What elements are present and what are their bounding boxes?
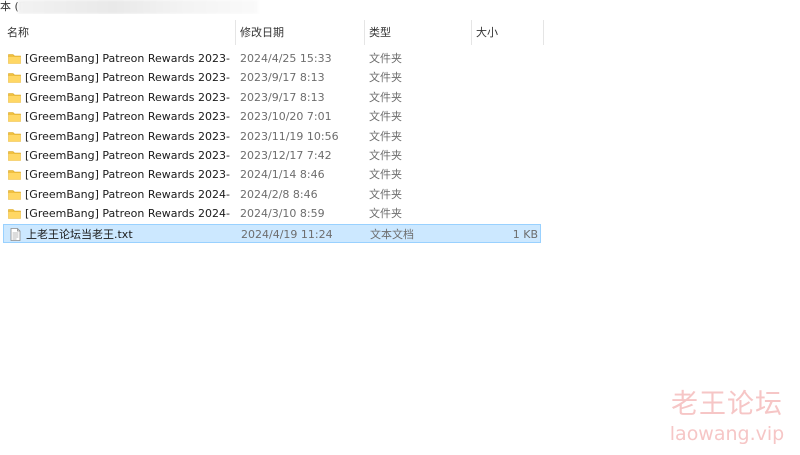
column-header-type[interactable]: 类型	[364, 20, 471, 45]
file-explorer-window: 本 (F: 名称 修改日期 类型 大小 [GreemBang] Patreon …	[0, 0, 800, 455]
address-blur	[18, 0, 258, 14]
file-name: [GreemBang] Patreon Rewards 2023-...	[25, 90, 231, 104]
folder-icon	[8, 209, 21, 219]
folder-icon	[8, 92, 21, 103]
folder-icon	[8, 73, 21, 84]
file-date: 2023/9/17 8:13	[240, 90, 325, 104]
file-size	[473, 107, 537, 126]
file-size	[473, 127, 537, 146]
file-size	[473, 49, 537, 68]
file-size	[473, 146, 537, 165]
file-name: [GreemBang] Patreon Rewards 2023-...	[25, 71, 231, 85]
file-size	[473, 185, 537, 204]
file-type: 文件夹	[369, 207, 402, 221]
file-name: [GreemBang] Patreon Rewards 2024-...	[25, 187, 231, 201]
file-type: 文件夹	[369, 90, 402, 104]
file-row[interactable]: [GreemBang] Patreon Rewards 2023-... 202…	[3, 88, 541, 107]
column-header-date[interactable]: 修改日期	[235, 20, 364, 45]
file-row[interactable]: [GreemBang] Patreon Rewards 2023-... 202…	[3, 49, 541, 68]
file-type: 文件夹	[369, 129, 402, 143]
file-type: 文件夹	[369, 187, 402, 201]
folder-icon	[8, 189, 21, 200]
watermark-url: laowang.vip	[669, 423, 785, 445]
file-name: [GreemBang] Patreon Rewards 2023-...	[25, 129, 231, 143]
file-type: 文件夹	[369, 110, 402, 124]
file-date: 2023/10/20 7:01	[240, 110, 332, 124]
column-divider[interactable]	[543, 20, 544, 45]
file-type: 文件夹	[369, 71, 402, 85]
file-name: [GreemBang] Patreon Rewards 2023-...	[25, 168, 231, 182]
file-row-selected[interactable]: 上老王论坛当老王.txt 2024/4/19 11:24 文本文档 1 KB	[3, 223, 541, 243]
file-size	[473, 204, 537, 223]
watermark: 老王论坛 laowang.vip	[662, 388, 792, 446]
file-row[interactable]: [GreemBang] Patreon Rewards 2023-... 202…	[3, 107, 541, 126]
file-type: 文件夹	[369, 168, 402, 182]
file-row[interactable]: [GreemBang] Patreon Rewards 2023-... 202…	[3, 165, 541, 184]
file-type: 文本文档	[370, 227, 414, 241]
file-row[interactable]: [GreemBang] Patreon Rewards 2023-... 202…	[3, 127, 541, 146]
column-header-size[interactable]: 大小	[471, 20, 543, 45]
file-date: 2023/11/19 10:56	[240, 129, 339, 143]
folder-icon	[8, 54, 21, 64]
file-name: [GreemBang] Patreon Rewards 2023-...	[25, 110, 231, 124]
file-name: 上老王论坛当老王.txt	[26, 227, 133, 241]
file-type: 文件夹	[369, 52, 402, 65]
file-date: 2023/12/17 7:42	[240, 149, 332, 162]
file-name: [GreemBang] Patreon Rewards 2024-...	[25, 207, 231, 221]
file-name: [GreemBang] Patreon Rewards 2023-...	[25, 149, 231, 162]
file-row[interactable]: [GreemBang] Patreon Rewards 2023-... 202…	[3, 68, 541, 87]
text-file-icon	[10, 227, 21, 241]
folder-icon	[8, 170, 21, 181]
folder-icon	[8, 112, 21, 122]
file-date: 2024/4/19 11:24	[241, 227, 333, 241]
file-type: 文件夹	[369, 149, 402, 162]
file-date: 2024/4/25 15:33	[240, 52, 332, 65]
file-row[interactable]: [GreemBang] Patreon Rewards 2024-... 202…	[3, 185, 541, 204]
file-date: 2024/1/14 8:46	[240, 168, 325, 182]
watermark-chinese: 老王论坛	[671, 389, 783, 420]
column-header: 名称 修改日期 类型 大小	[0, 20, 800, 45]
file-date: 2023/9/17 8:13	[240, 71, 325, 85]
file-size	[473, 88, 537, 107]
file-date: 2024/3/10 8:59	[240, 207, 325, 221]
address-bar[interactable]: 本 (F:	[0, 0, 800, 14]
file-size	[473, 165, 537, 184]
folder-icon	[8, 131, 21, 142]
file-date: 2024/2/8 8:46	[240, 187, 318, 201]
file-name: [GreemBang] Patreon Rewards 2023-...	[25, 52, 231, 65]
file-size	[473, 68, 537, 87]
file-row[interactable]: [GreemBang] Patreon Rewards 2024-... 202…	[3, 204, 541, 223]
file-size: 1 KB	[512, 227, 538, 241]
file-row[interactable]: [GreemBang] Patreon Rewards 2023-... 202…	[3, 146, 541, 165]
folder-icon	[8, 151, 21, 161]
column-header-name[interactable]: 名称	[2, 20, 235, 45]
